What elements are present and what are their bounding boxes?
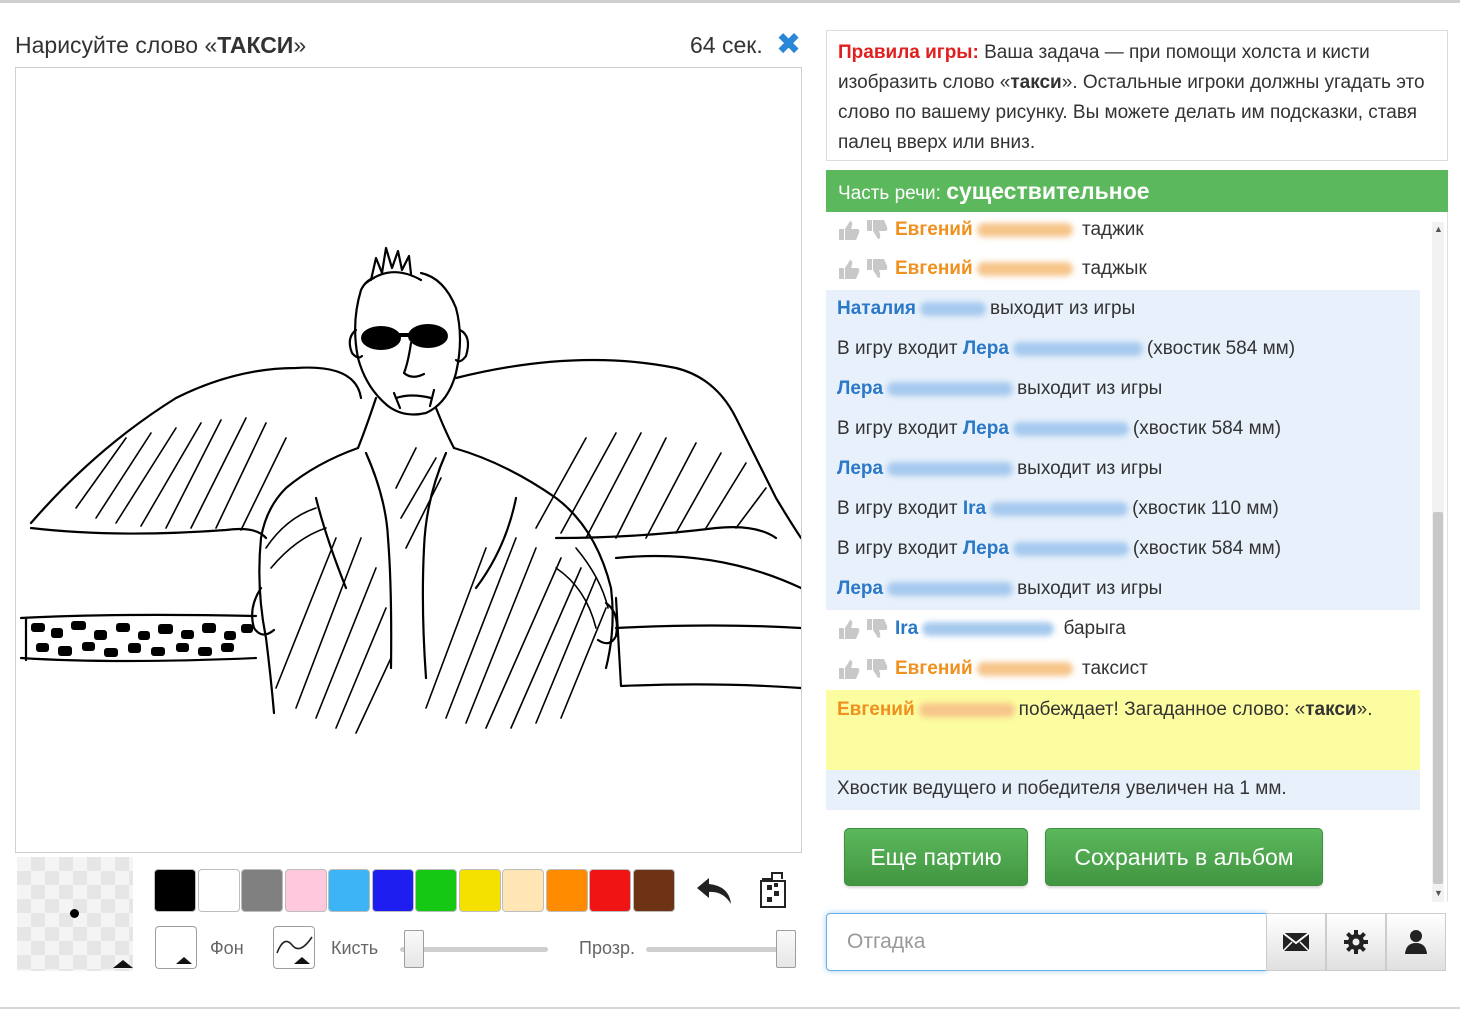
color-swatch-orange[interactable] [545, 869, 588, 912]
blurred-surname [887, 381, 1014, 396]
timer: 64 сек. [690, 32, 763, 58]
chat-winner-message: Евгений побеждает! Загаданное слово: «так… [826, 690, 1420, 770]
chat-system-message: Лера выходит из игры [826, 450, 1420, 490]
blurred-surname [918, 702, 1015, 717]
play-again-button[interactable]: Еще партию [844, 828, 1028, 886]
chat-system-message: Лера выходит из игры [826, 570, 1420, 610]
brush-label: Кисть [331, 938, 379, 958]
bottom-border [0, 1007, 1460, 1009]
blurred-surname [920, 301, 986, 316]
opacity-slider-handle[interactable] [776, 930, 796, 968]
guess-input[interactable] [826, 913, 1267, 971]
settings-button[interactable] [1326, 913, 1386, 971]
chat-system-message: В игру входит Ira (хвостик 110 мм) [826, 490, 1420, 530]
color-swatch-green[interactable] [415, 869, 457, 912]
background-color-button[interactable] [155, 926, 197, 969]
background-label: Фон [210, 938, 244, 958]
color-palette [154, 869, 676, 912]
color-swatch-white[interactable] [197, 869, 240, 912]
gear-icon [1344, 930, 1368, 954]
chat-system-message: В игру входит Лера (хвостик 584 мм) [826, 530, 1420, 570]
color-swatch-black[interactable] [154, 869, 196, 912]
chat-system-message: Хвостик ведущего и победителя увеличен н… [826, 770, 1420, 810]
blurred-surname [1012, 341, 1143, 356]
blurred-surname [887, 581, 1014, 596]
scroll-up-icon[interactable]: ▲ [1434, 224, 1443, 234]
blurred-surname [990, 501, 1129, 516]
blurred-surname [1012, 541, 1129, 556]
messages-button[interactable] [1266, 913, 1326, 971]
task-title: Нарисуйте слово «ТАКСИ» [15, 32, 307, 58]
brush-dot [70, 909, 79, 918]
brush-size-slider-handle[interactable] [404, 930, 424, 968]
scroll-down-icon[interactable]: ▼ [1434, 888, 1443, 898]
color-swatch-red[interactable] [589, 869, 631, 912]
chat-system-message: Наталия выходит из игры [826, 290, 1420, 330]
chat-system-message: В игру входит Лера (хвостик 584 мм) [826, 410, 1420, 450]
blurred-surname [887, 461, 1014, 476]
color-swatch-pink[interactable] [284, 869, 327, 912]
save-to-album-button[interactable]: Сохранить в альбом [1045, 828, 1323, 886]
opacity-slider[interactable] [646, 947, 794, 952]
user-icon [1405, 930, 1427, 954]
chat-scrollbar-thumb[interactable] [1433, 512, 1443, 884]
blurred-surname [976, 661, 1073, 676]
profile-button[interactable] [1386, 913, 1446, 971]
close-icon[interactable]: ✖ [776, 30, 801, 60]
blurred-surname [922, 621, 1055, 636]
chat-guess: Евгений таксист [826, 650, 1420, 690]
chat-guess: Евгений таджик [826, 212, 1420, 250]
chat-system-message: В игру входит Лера (хвостик 584 мм) [826, 330, 1420, 370]
dropdown-triangle-icon [176, 957, 192, 964]
game-rules: Правила игры: Ваша задача — при помощи х… [826, 30, 1448, 161]
chat-guess: Ira барыга [826, 610, 1420, 650]
blurred-surname [1012, 421, 1129, 436]
brush-size-dropdown-icon[interactable] [113, 960, 133, 968]
chat-system-message: Лера выходит из игры [826, 370, 1420, 410]
brush-type-button[interactable] [273, 926, 315, 969]
thumbs-icon[interactable] [837, 219, 893, 241]
color-swatch-gray[interactable] [241, 869, 283, 912]
undo-icon[interactable] [695, 872, 735, 908]
chat-log: Евгений таджик Евгений таджык Наталия вых… [826, 212, 1448, 902]
blurred-surname [976, 222, 1073, 237]
brush-preview[interactable] [17, 857, 133, 971]
blurred-surname [976, 261, 1073, 276]
clear-canvas-icon[interactable] [758, 869, 788, 909]
part-of-speech-bar: Часть речи: существительное [826, 170, 1448, 212]
color-swatch-yellow[interactable] [458, 869, 501, 912]
color-swatch-light-blue[interactable] [328, 869, 370, 912]
envelope-icon [1282, 932, 1310, 952]
thumbs-icon[interactable] [837, 618, 893, 640]
color-swatch-blue[interactable] [371, 869, 414, 912]
top-border [0, 0, 1460, 3]
thumbs-icon[interactable] [837, 258, 893, 280]
sketch-drawing [19, 246, 801, 734]
thumbs-icon[interactable] [837, 658, 893, 680]
color-swatch-beige[interactable] [502, 869, 544, 912]
opacity-label: Прозр. [579, 938, 636, 958]
color-swatch-brown[interactable] [632, 869, 675, 912]
dropdown-triangle-icon [294, 957, 310, 964]
chat-guess: Евгений таджык [826, 250, 1420, 290]
drawing-canvas[interactable] [15, 67, 802, 853]
